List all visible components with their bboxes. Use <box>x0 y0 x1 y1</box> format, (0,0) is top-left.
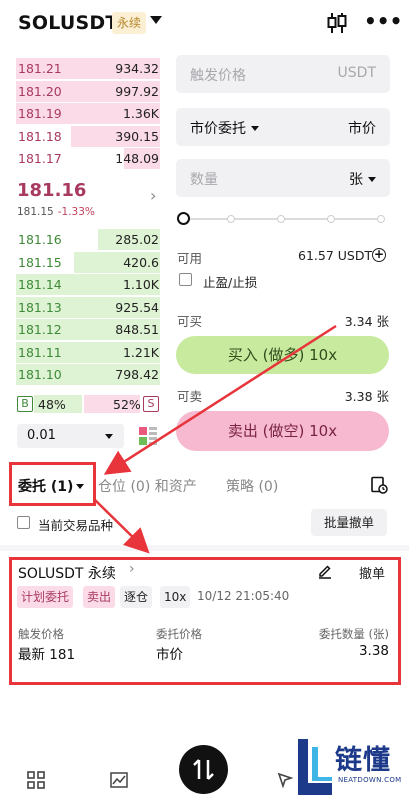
chevron-down-icon <box>251 126 259 131</box>
bid-row[interactable]: 181.10 798.42 <box>16 364 160 386</box>
ask-price: 181.19 <box>18 106 62 121</box>
ask-row[interactable]: 181.20 997.92 <box>16 80 160 103</box>
buy-ratio-badge: B <box>17 396 33 412</box>
can-sell-label: 可卖 <box>177 389 203 404</box>
transfer-plus-icon[interactable]: + <box>372 248 386 262</box>
sell-ratio-badge: S <box>143 396 159 412</box>
available-label: 可用 <box>177 251 203 266</box>
trade-nav-button[interactable] <box>179 745 228 794</box>
ask-row[interactable]: 181.17 148.09 <box>16 148 160 170</box>
buy-ratio: 48% <box>38 397 66 412</box>
order-type-select[interactable]: 市价委托 <box>190 118 259 138</box>
buy-long-button[interactable]: 买入 (做多) 10x <box>176 336 389 374</box>
bid-price: 181.13 <box>18 299 62 315</box>
tab-strategies[interactable]: 策略 (0) <box>226 476 278 496</box>
orderbook-layout-icon[interactable] <box>138 426 158 446</box>
slider-tick-50[interactable] <box>277 215 285 223</box>
symbol-dropdown-icon[interactable] <box>150 16 162 24</box>
quantity-input[interactable]: 数量 张 <box>176 159 390 197</box>
quantity-slider-handle[interactable] <box>177 212 190 225</box>
bid-price: 181.14 <box>18 277 62 292</box>
bid-row[interactable]: 181.14 1.10K <box>16 274 160 296</box>
bid-quantity: 848.51 <box>115 322 159 337</box>
can-sell-value: 3.38 张 <box>344 389 389 404</box>
swap-arrows-icon <box>193 759 214 780</box>
bid-quantity: 1.10K <box>122 277 159 292</box>
more-options-icon[interactable]: ••• <box>364 11 402 34</box>
slider-tick-25[interactable] <box>227 215 235 223</box>
batch-cancel-button[interactable]: 批量撤单 <box>311 509 387 536</box>
ask-quantity: 148.09 <box>115 151 159 166</box>
ask-price: 181.18 <box>18 128 62 144</box>
bid-row[interactable]: 181.16 285.02 <box>16 229 160 251</box>
chevron-down-icon <box>105 434 113 439</box>
available-value: 61.57 USDT <box>298 248 373 263</box>
quantity-placeholder: 数量 <box>190 172 218 188</box>
bid-quantity: 285.02 <box>115 232 159 247</box>
highlight-box-order-card <box>9 557 401 685</box>
bid-row[interactable]: 181.12 848.51 <box>16 319 160 341</box>
trigger-price-placeholder: 触发价格 <box>190 68 246 84</box>
bid-quantity: 925.54 <box>115 299 159 315</box>
perpetual-tag: 永续 <box>112 12 147 34</box>
slider-tick-75[interactable] <box>327 215 335 223</box>
bid-price: 181.11 <box>18 344 62 360</box>
bid-price: 181.16 <box>18 232 62 247</box>
last-price: 181.16 <box>17 180 87 201</box>
ask-row[interactable]: 181.21 934.32 <box>16 58 160 80</box>
ask-quantity: 934.32 <box>115 61 159 76</box>
sell-ratio: 52% <box>113 397 141 412</box>
bid-row[interactable]: 181.15 420.6 <box>16 251 160 274</box>
ask-row[interactable]: 181.19 1.36K <box>16 103 160 125</box>
ask-row[interactable]: 181.18 390.15 <box>16 125 160 148</box>
ask-price: 181.21 <box>18 61 62 76</box>
depth-precision-select[interactable]: 0.01 <box>17 424 124 448</box>
depth-precision-value: 0.01 <box>27 428 56 443</box>
order-type-row[interactable]: 市价委托 市价 <box>176 108 390 146</box>
chevron-right-icon[interactable]: › <box>150 186 156 205</box>
can-buy-label: 可买 <box>177 314 203 329</box>
top-bar: SOLUSDT 永续 ••• <box>0 0 409 46</box>
grid-nav-icon[interactable] <box>26 770 46 790</box>
bid-quantity: 420.6 <box>123 254 159 270</box>
tpsl-label: 止盈/止损 <box>203 275 258 290</box>
tpsl-checkbox[interactable] <box>179 273 192 286</box>
bid-price: 181.15 <box>18 254 62 270</box>
mark-price: 181.15 -1.33% <box>17 206 95 218</box>
ask-quantity: 1.36K <box>122 106 159 121</box>
market-chart-nav-icon[interactable] <box>109 770 129 790</box>
ask-price: 181.17 <box>18 151 62 166</box>
trigger-price-unit: USDT <box>337 65 376 81</box>
slider-tick-100[interactable] <box>377 215 385 223</box>
bid-quantity: 1.21K <box>122 344 159 360</box>
price-mode[interactable]: 市价 <box>348 118 376 138</box>
current-symbol-only-label: 当前交易品种 <box>38 518 114 533</box>
bid-row[interactable]: 181.13 925.54 <box>16 296 160 319</box>
watermark-subtext: NEATDOWN.COM <box>338 776 402 784</box>
trigger-price-input[interactable]: 触发价格 USDT <box>176 55 390 93</box>
bid-quantity: 798.42 <box>115 367 159 382</box>
highlight-box-orders-tab <box>9 462 96 506</box>
can-buy-value: 3.34 张 <box>344 314 389 329</box>
section-divider <box>0 545 409 551</box>
ask-quantity: 390.15 <box>115 128 159 144</box>
current-symbol-only-checkbox[interactable] <box>17 516 30 529</box>
order-history-icon[interactable] <box>370 476 388 494</box>
sell-short-button[interactable]: 卖出 (做空) 10x <box>176 411 389 451</box>
quantity-unit-select[interactable]: 张 <box>349 169 376 189</box>
watermark-text: 链懂 <box>335 745 391 776</box>
bid-price: 181.12 <box>18 322 62 337</box>
price-change: -1.33% <box>57 206 95 218</box>
symbol-title[interactable]: SOLUSDT <box>18 12 119 34</box>
tab-positions[interactable]: 仓位 (0) 和资产 <box>98 476 197 496</box>
ask-quantity: 997.92 <box>115 83 159 99</box>
chevron-down-icon <box>368 177 376 182</box>
bid-row[interactable]: 181.11 1.21K <box>16 341 160 364</box>
bid-price: 181.10 <box>18 367 62 382</box>
candlestick-chart-icon[interactable] <box>326 11 348 35</box>
ask-price: 181.20 <box>18 83 62 99</box>
